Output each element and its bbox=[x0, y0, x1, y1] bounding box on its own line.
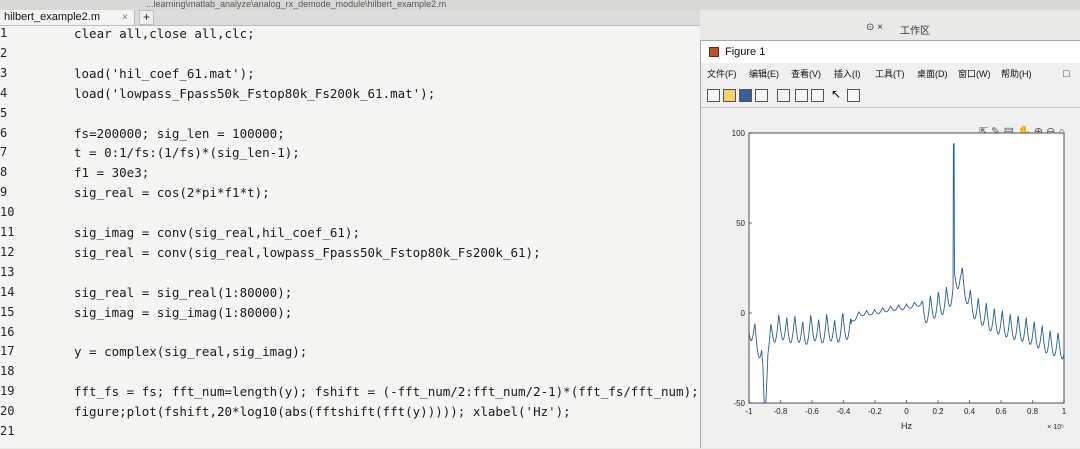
line-number: 4 bbox=[0, 85, 8, 100]
x-tick-label: 0.6 bbox=[995, 407, 1007, 416]
new-tab-button[interactable]: + bbox=[139, 10, 154, 25]
code-text: sig_imag = sig_imag(1:80000); bbox=[74, 304, 293, 320]
code-text: fft_fs = fs; fft_num=length(y); fshift =… bbox=[74, 384, 699, 400]
x-tick-label: 0.2 bbox=[932, 407, 944, 416]
code-line[interactable]: 14 sig_real = sig_real(1:80000); bbox=[0, 285, 700, 306]
x-tick-label: 0.4 bbox=[964, 407, 976, 416]
line-number: 14 bbox=[0, 284, 15, 299]
x-tick-label: 0 bbox=[904, 407, 909, 416]
code-line[interactable]: 8 f1 = 30e3; bbox=[0, 165, 700, 186]
line-number: 18 bbox=[0, 364, 15, 379]
code-line[interactable]: 20 figure;plot(fshift,20*log10(abs(fftshi… bbox=[0, 404, 700, 425]
file-path: ...learning\matlab_analyze\analog_rx_dem… bbox=[146, 0, 447, 9]
code-line[interactable]: 21 bbox=[0, 424, 700, 445]
code-line[interactable]: 4 load('lowpass_Fpass50k_Fstop80k_Fs200k_… bbox=[0, 86, 700, 107]
y-tick-label: -50 bbox=[733, 399, 745, 408]
figure-window[interactable]: Figure 1 文件(F) 编辑(E) 查看(V) 插入(I) 工具(T) 桌面(D) 窗… bbox=[700, 40, 1080, 448]
x-tick-label: 1 bbox=[1062, 407, 1067, 416]
x-tick-label: -0.2 bbox=[868, 407, 882, 416]
file-path-bar: ...learning\matlab_analyze\analog_rx_dem… bbox=[0, 0, 1080, 10]
code-line[interactable]: 3 load('hil_coef_61.mat'); bbox=[0, 66, 700, 87]
code-line[interactable]: 16 bbox=[0, 325, 700, 346]
x-exponent-label: × 10⁵ bbox=[1047, 424, 1064, 431]
y-tick-label: 0 bbox=[741, 309, 746, 318]
code-text: sig_real = sig_real(1:80000); bbox=[74, 284, 293, 300]
tab-hilbert-example2[interactable]: hilbert_example2.m × bbox=[0, 10, 135, 25]
code-text: f1 = 30e3; bbox=[74, 165, 150, 181]
line-number: 15 bbox=[0, 304, 15, 319]
x-tick-label: 0.8 bbox=[1027, 407, 1039, 416]
code-line[interactable]: 1 clear all,close all,clc; bbox=[0, 26, 700, 47]
code-line[interactable]: 6 fs=200000; sig_len = 100000; bbox=[0, 126, 700, 147]
x-tick-label: -0.8 bbox=[774, 407, 788, 416]
code-line[interactable]: 18 bbox=[0, 364, 700, 385]
code-line[interactable]: 19 fft_fs = fs; fft_num=length(y); fshift… bbox=[0, 384, 700, 405]
workspace-label[interactable]: 工作区 bbox=[900, 22, 930, 37]
code-line[interactable]: 17 y = complex(sig_real,sig_imag); bbox=[0, 344, 700, 365]
line-number: 21 bbox=[0, 424, 15, 438]
code-text: load('hil_coef_61.mat'); bbox=[74, 65, 255, 81]
line-number: 5 bbox=[0, 105, 8, 120]
code-text: y = complex(sig_real,sig_imag); bbox=[74, 344, 308, 360]
line-number: 16 bbox=[0, 324, 15, 339]
workspace-panel-header: ⊙ × 工作区 bbox=[860, 20, 1080, 38]
code-line[interactable]: 11 sig_imag = conv(sig_real,hil_coef_61); bbox=[0, 225, 700, 246]
line-number: 13 bbox=[0, 264, 15, 279]
code-line[interactable]: 5 bbox=[0, 106, 700, 127]
code-editor[interactable]: 1 clear all,close all,clc; 2 3 load('hil_coe… bbox=[0, 26, 700, 448]
code-text: figure;plot(fshift,20*log10(abs(fftshift… bbox=[74, 404, 571, 420]
x-axis-label: Hz bbox=[901, 421, 912, 431]
code-text: t = 0:1/fs:(1/fs)*(sig_len-1); bbox=[74, 145, 300, 161]
code-text: sig_imag = conv(sig_real,hil_coef_61); bbox=[74, 225, 360, 240]
y-tick-label: 100 bbox=[732, 129, 746, 138]
spectrum-plot[interactable]: -1 -0.8 -0.6 -0.4 -0.2 0 0.2 0.4 0.6 0.8 1 -50 0 50 10… bbox=[701, 41, 1080, 449]
x-tick-label: -0.6 bbox=[805, 407, 819, 416]
code-text: load('lowpass_Fpass50k_Fstop80k_Fs200k_6… bbox=[74, 85, 436, 101]
panel-controls-icon[interactable]: ⊙ × bbox=[866, 22, 883, 33]
editor-tab-bar: hilbert_example2.m × + bbox=[0, 10, 700, 26]
line-number: 9 bbox=[0, 185, 8, 200]
line-number: 12 bbox=[0, 244, 15, 259]
code-line[interactable]: 13 bbox=[0, 265, 700, 286]
code-text: sig_real = cos(2*pi*f1*t); bbox=[74, 185, 270, 201]
line-number: 10 bbox=[0, 205, 15, 220]
x-tick-label: -0.4 bbox=[837, 407, 851, 416]
tab-close-icon[interactable]: × bbox=[122, 10, 128, 25]
y-tick-label: 50 bbox=[736, 219, 745, 228]
line-number: 6 bbox=[0, 125, 8, 140]
line-number: 2 bbox=[0, 45, 8, 60]
line-number: 7 bbox=[0, 145, 8, 160]
line-number: 20 bbox=[0, 404, 15, 419]
code-line[interactable]: 7 t = 0:1/fs:(1/fs)*(sig_len-1); bbox=[0, 145, 700, 166]
code-line[interactable]: 9 sig_real = cos(2*pi*f1*t); bbox=[0, 185, 700, 206]
code-line[interactable]: 10 bbox=[0, 205, 700, 226]
code-text: clear all,close all,clc; bbox=[74, 26, 255, 41]
line-number: 3 bbox=[0, 65, 8, 80]
axes-box bbox=[748, 132, 1065, 404]
code-text: sig_real = conv(sig_real,lowpass_Fpass50… bbox=[74, 244, 541, 260]
x-tick-label: -1 bbox=[745, 407, 753, 416]
line-number: 8 bbox=[0, 165, 8, 180]
line-number: 19 bbox=[0, 384, 15, 399]
line-number: 11 bbox=[0, 225, 15, 239]
code-line[interactable]: 12 sig_real = conv(sig_real,lowpass_Fpass… bbox=[0, 245, 700, 266]
code-text: fs=200000; sig_len = 100000; bbox=[74, 125, 285, 141]
line-number: 17 bbox=[0, 344, 15, 359]
tab-label: hilbert_example2.m bbox=[4, 11, 100, 23]
code-line[interactable]: 2 bbox=[0, 46, 700, 67]
code-line[interactable]: 15 sig_imag = sig_imag(1:80000); bbox=[0, 305, 700, 326]
line-number: 1 bbox=[0, 26, 8, 40]
